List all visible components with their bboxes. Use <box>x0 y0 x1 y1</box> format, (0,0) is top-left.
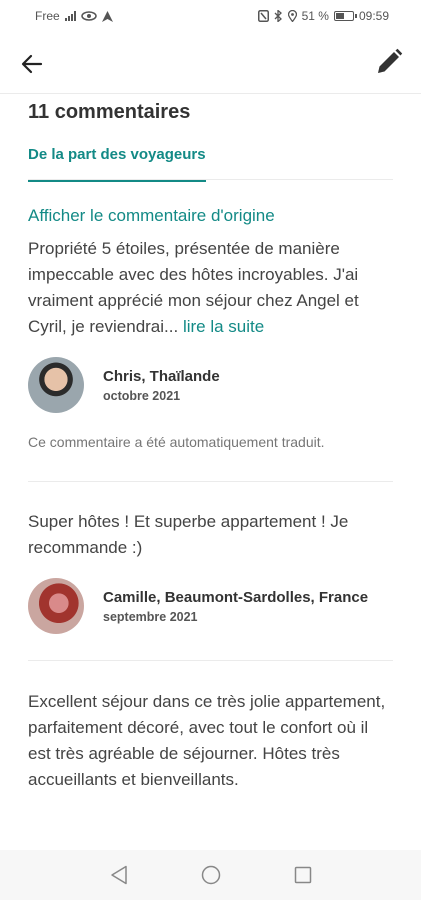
page-title: 11 commentaires <box>28 101 191 123</box>
avatar[interactable] <box>28 357 84 413</box>
carrier-label: Free <box>35 9 60 23</box>
author-name: Chris, Thaïlande <box>103 367 220 385</box>
battery-percent: 51 % <box>301 9 329 23</box>
system-home-button[interactable] <box>200 864 222 886</box>
auto-translated-note: Ce commentaire a été automatiquement tra… <box>28 434 325 450</box>
app-bar <box>0 32 421 94</box>
pencil-icon <box>378 48 403 73</box>
clock: 09:59 <box>358 9 389 23</box>
review-text: Propriété 5 étoiles, présentée de manièr… <box>28 236 393 340</box>
eye-icon <box>80 11 97 21</box>
review-author: Camille, Beaumont-Sardolles, France sept… <box>28 578 393 634</box>
circle-home-icon <box>201 865 220 885</box>
avatar[interactable] <box>28 578 84 634</box>
status-left: Free <box>35 9 113 23</box>
tab-bar: De la part des voyageurs <box>28 146 393 182</box>
system-nav-bar <box>0 850 421 900</box>
review-text: Super hôtes ! Et superbe appartement ! J… <box>28 512 349 557</box>
author-name: Camille, Beaumont-Sardolles, France <box>103 588 369 606</box>
signal-icon <box>64 11 76 21</box>
status-right: 51 % 09:59 <box>257 9 389 23</box>
read-more-link[interactable]: lire la suite <box>183 317 264 336</box>
review-date: septembre 2021 <box>103 609 198 624</box>
author-info: Camille, Beaumont-Sardolles, France sept… <box>103 589 368 624</box>
status-bar: Free 51 % 09:59 <box>0 0 421 32</box>
edit-button[interactable] <box>371 44 407 80</box>
review-item: Afficher le commentaire d'origine Propri… <box>28 180 393 482</box>
review-date: octobre 2021 <box>103 388 181 403</box>
nfc-icon <box>257 10 269 22</box>
tab-from-travelers[interactable]: De la part des voyageurs <box>28 146 206 182</box>
reviews-page: 11 commentaires De la part des voyageurs… <box>28 95 393 793</box>
review-item: Excellent séjour dans ce très jolie appa… <box>28 661 393 793</box>
triangle-back-icon <box>110 865 127 885</box>
arrow-left-icon <box>21 54 43 74</box>
review-author: Chris, Thaïlande octobre 2021 <box>28 357 393 413</box>
show-original-link[interactable]: Afficher le commentaire d'origine <box>28 206 275 226</box>
square-recents-icon <box>294 866 311 884</box>
navigation-icon <box>101 10 113 22</box>
system-recents-button[interactable] <box>292 864 314 886</box>
battery-icon <box>333 11 357 21</box>
location-icon <box>287 10 297 22</box>
bluetooth-icon <box>274 10 282 22</box>
author-info: Chris, Thaïlande octobre 2021 <box>103 368 220 403</box>
review-item: Super hôtes ! Et superbe appartement ! J… <box>28 482 393 661</box>
system-back-button[interactable] <box>108 864 130 886</box>
back-button[interactable] <box>14 46 50 82</box>
review-text: Excellent séjour dans ce très jolie appa… <box>28 692 386 789</box>
